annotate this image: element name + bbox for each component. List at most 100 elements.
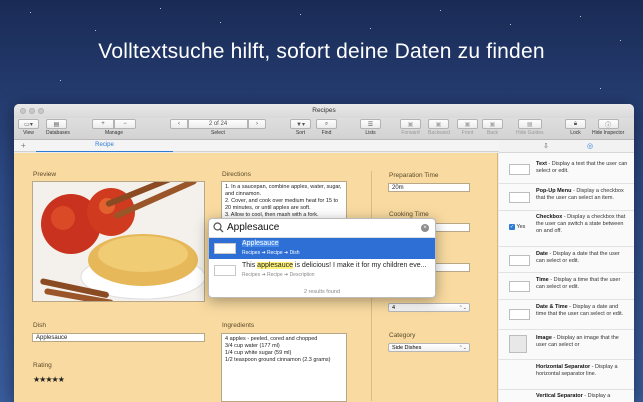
previous-record-button[interactable]: ‹ xyxy=(170,119,188,129)
servings-select[interactable]: 4 ⌃⌄ xyxy=(388,303,470,312)
guides-icon: ▦ xyxy=(526,121,533,128)
back-button[interactable]: ▣ xyxy=(482,119,503,129)
dish-field[interactable]: Applesauce xyxy=(32,333,205,342)
lock-button[interactable]: 🔒︎ xyxy=(565,119,586,129)
send-back-icon: ▣ xyxy=(489,121,496,128)
hide-inspector-control[interactable]: ⓘ Hide Inspector xyxy=(592,119,624,136)
result-thumb xyxy=(214,265,236,276)
back-label: Back xyxy=(486,130,499,136)
manage-control[interactable]: + − Manage xyxy=(92,119,136,136)
inspector-desc-hsep: Horizontal Separator - Display a horizon… xyxy=(536,364,629,378)
add-tab-button[interactable]: + xyxy=(21,141,26,150)
bring-forward-icon: ▣ xyxy=(407,121,414,128)
front-control[interactable]: ▣ Front xyxy=(457,119,478,136)
preparation-time-field[interactable]: 20m xyxy=(388,183,470,192)
inspector-item-checkbox[interactable]: ✓ Yes Checkbox - Display a checkbox that… xyxy=(499,211,634,247)
view-button[interactable]: ▭▾ xyxy=(18,119,39,129)
clear-search-icon[interactable]: × xyxy=(421,224,429,232)
preview-image[interactable] xyxy=(32,181,205,302)
add-record-button[interactable]: + xyxy=(92,119,114,129)
databases-control[interactable]: ▤ Databases xyxy=(46,119,70,136)
search-result-1[interactable]: Applesauce Recipes ➔ Recipe ➔ Dish xyxy=(209,238,435,259)
minus-icon: − xyxy=(123,121,127,127)
inspector-time-desc: - Display a time that the user can selec… xyxy=(536,277,621,290)
inspector-item-date-time[interactable]: Date & Time - Display a date and time th… xyxy=(499,300,634,330)
toolbar: ▭▾ View ▤ Databases + − Manage ‹ 2 of 24… xyxy=(14,118,634,140)
inspector-item-text[interactable]: Text - Display a text that the user can … xyxy=(499,158,634,184)
preparation-time-label: Preparation Time xyxy=(389,172,439,179)
datetime-icon xyxy=(509,309,530,320)
lists-button[interactable]: ☰ xyxy=(360,119,381,129)
inspector-desc-popup: Pop-Up Menu - Display a checkbox that th… xyxy=(536,188,629,202)
checkbox-thumb-label: Yes xyxy=(516,224,526,230)
find-control[interactable]: ⌕ Find xyxy=(316,119,337,136)
view-control[interactable]: ▭▾ View xyxy=(18,119,39,136)
inspector-name-datetime: Date & Time xyxy=(536,304,568,310)
lock-control[interactable]: 🔒︎ Lock xyxy=(565,119,586,136)
find-button[interactable]: ⌕ xyxy=(316,119,337,129)
search-result-2[interactable]: This applesauce is delicious! I make it … xyxy=(209,260,435,281)
chevron-left-icon: ‹ xyxy=(178,121,180,127)
inspector-desc-date: Date - Display a date that the user can … xyxy=(536,251,629,265)
remove-record-button[interactable]: − xyxy=(114,119,136,129)
back-control[interactable]: ▣ Back xyxy=(482,119,503,136)
inspector-name-hsep: Horizontal Separator xyxy=(536,364,591,370)
preview-label: Preview xyxy=(33,171,57,178)
inspector-item-date[interactable]: Date - Display a date that the user can … xyxy=(499,247,634,273)
hide-guides-label: Hide Guides xyxy=(516,130,544,136)
search-query[interactable]: Applesauce xyxy=(227,222,279,233)
inspector-text-desc: - Display a text that the user can selec… xyxy=(536,161,628,174)
ingredients-field[interactable]: 4 apples - peeled, cored and chopped 3/4… xyxy=(221,333,347,402)
search-field[interactable]: Applesauce × xyxy=(209,219,435,238)
inspector-panel: ⇩ ◎ Text - Display a text that the user … xyxy=(499,140,634,402)
result-path: Recipes ➔ Recipe ➔ Dish xyxy=(242,250,300,256)
result-title: This applesauce is delicious! I make it … xyxy=(242,262,426,269)
title-bar: Recipes xyxy=(14,104,634,118)
lock-icon: 🔒︎ xyxy=(573,120,578,127)
clock-icon xyxy=(509,281,530,292)
inspector-name-time: Time xyxy=(536,277,549,283)
category-label: Category xyxy=(389,332,416,339)
tab-recipe[interactable]: Recipe xyxy=(36,140,173,152)
sort-button[interactable]: ▼▾ xyxy=(290,119,311,129)
rating-stars[interactable]: ★★★★★ xyxy=(33,375,65,384)
forward-control[interactable]: ▣ Forward xyxy=(400,119,421,136)
checkmark-icon: ✓ xyxy=(509,224,515,230)
hide-inspector-button[interactable]: ⓘ xyxy=(597,119,619,129)
send-backward-icon: ▣ xyxy=(435,121,442,128)
lists-control[interactable]: ☰ Lists xyxy=(360,119,381,136)
inspector-desc-time: Time - Display a time that the user can … xyxy=(536,277,629,291)
search-icon xyxy=(213,222,224,233)
find-label: Find xyxy=(321,130,332,136)
category-select[interactable]: Side Dishes ⌃⌄ xyxy=(388,343,470,352)
inspector-item-horizontal-separator[interactable]: Horizontal Separator - Display a horizon… xyxy=(499,360,634,390)
databases-button[interactable]: ▤ xyxy=(46,119,67,129)
forward-button[interactable]: ▣ xyxy=(400,119,421,129)
image-thumb-icon xyxy=(509,335,527,353)
zoom-button[interactable] xyxy=(38,108,44,114)
inspector-item-popup-menu[interactable]: Pop-Up Menu - Display a checkbox that th… xyxy=(499,184,634,211)
info-icon: ⓘ xyxy=(605,122,612,129)
category-value: Side Dishes xyxy=(392,345,422,351)
hide-guides-button[interactable]: ▦ xyxy=(517,119,542,129)
calendar-icon xyxy=(509,255,530,266)
inspector-item-image[interactable]: Image - Display an image that the user c… xyxy=(499,330,634,360)
close-button[interactable] xyxy=(20,108,26,114)
minimize-button[interactable] xyxy=(29,108,35,114)
fields-tab-icon[interactable]: ◎ xyxy=(587,142,593,150)
text-field-thumb-icon xyxy=(509,164,530,175)
inspector-item-time[interactable]: Time - Display a time that the user can … xyxy=(499,273,634,300)
backward-button[interactable]: ▣ xyxy=(428,119,449,129)
inspector-item-vertical-separator[interactable]: Vertical Separator - Display a xyxy=(499,390,634,402)
search-icon: ⌕ xyxy=(324,120,329,127)
result-title: Applesauce xyxy=(242,240,279,247)
select-control[interactable]: ‹ 2 of 24 › Select xyxy=(170,119,266,136)
backward-control[interactable]: ▣ Backward xyxy=(428,119,450,136)
next-record-button[interactable]: › xyxy=(248,119,266,129)
layout-tab-icon[interactable]: ⇩ xyxy=(543,142,549,150)
inspector-desc-vsep: Vertical Separator - Display a xyxy=(536,393,629,400)
applesauce-photo xyxy=(33,182,204,301)
front-button[interactable]: ▣ xyxy=(457,119,478,129)
hide-guides-control[interactable]: ▦ Hide Guides xyxy=(516,119,544,136)
sort-control[interactable]: ▼▾ Sort xyxy=(290,119,311,136)
